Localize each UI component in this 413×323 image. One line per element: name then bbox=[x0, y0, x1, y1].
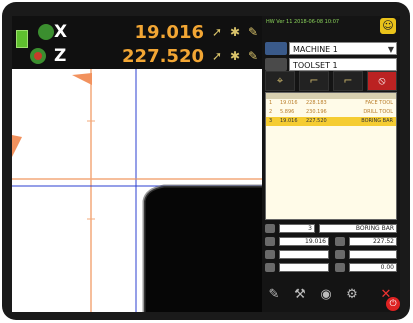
machine-icon bbox=[265, 42, 287, 55]
wear-z-field[interactable] bbox=[349, 250, 397, 259]
viewer-graphics bbox=[12, 69, 262, 312]
axis-readout: X 19.016 ➚ ✱ ✎ Z 227.520 ➚ ✱ ✎ bbox=[12, 16, 262, 69]
tool-number-field[interactable]: 3 bbox=[279, 224, 315, 233]
tool-add-button[interactable]: ⌖ bbox=[265, 71, 295, 91]
tool-name-field[interactable]: BORING BAR bbox=[319, 224, 397, 233]
table-row[interactable]: 2 5.896 230.196 DRILL TOOL bbox=[266, 108, 396, 117]
lens-icon[interactable]: ◉ bbox=[317, 286, 335, 304]
tool-edit-form: 3 BORING BAR 19.016 227.52 0.00 bbox=[265, 224, 397, 284]
tool-delete-button[interactable]: ⦸ bbox=[367, 71, 397, 91]
control-panel: HW Ver 11 2018-06-08 10:07 ☺ MACHINE 1 ▼… bbox=[262, 16, 400, 312]
z-axis-label: Z bbox=[54, 46, 67, 66]
toolset-icon bbox=[265, 58, 287, 71]
table-row[interactable]: 1 19.016 228.183 FACE TOOL bbox=[266, 99, 396, 108]
z-set-icon[interactable]: ➚ bbox=[208, 48, 226, 64]
tool-measure-button[interactable]: ⌐ bbox=[299, 71, 329, 91]
power-icon[interactable]: ⏻ bbox=[386, 297, 400, 311]
x-offset-icon bbox=[265, 237, 275, 246]
radius-field[interactable] bbox=[279, 263, 329, 272]
tablet-device: X 19.016 ➚ ✱ ✎ Z 227.520 ➚ ✱ ✎ HW Ver 11… bbox=[2, 2, 410, 320]
top-marker-icon bbox=[72, 73, 92, 85]
screen: X 19.016 ➚ ✱ ✎ Z 227.520 ➚ ✱ ✎ HW Ver 11… bbox=[12, 16, 400, 312]
x-axis-probe-icon[interactable] bbox=[38, 24, 54, 40]
wear-x-field[interactable] bbox=[279, 250, 329, 259]
z-edit-icon[interactable]: ✎ bbox=[244, 48, 262, 64]
tool-number-icon bbox=[265, 224, 275, 233]
wear-x-icon bbox=[265, 250, 275, 259]
tool-holder-icon[interactable]: ✎ bbox=[265, 286, 283, 304]
left-marker-icon bbox=[12, 135, 22, 157]
z-axis-probe-icon[interactable] bbox=[30, 48, 46, 64]
x-set-icon[interactable]: ➚ bbox=[208, 24, 226, 40]
camera-viewer[interactable] bbox=[12, 69, 262, 312]
machine-row: MACHINE 1 ▼ bbox=[265, 42, 397, 55]
table-row-selected[interactable]: 3 19.016 227.520 BORING BAR bbox=[266, 117, 396, 126]
bottom-toolbar: ✎ ⚒ ◉ ⚙ ✕ bbox=[265, 284, 397, 308]
wear-z-icon bbox=[335, 250, 345, 259]
tool-silhouette bbox=[144, 186, 262, 312]
tool-toolbar: ⌖ ⌐ ⌐ ⦸ bbox=[265, 71, 397, 91]
x-edit-icon[interactable]: ✎ bbox=[244, 24, 262, 40]
toolset-select[interactable]: TOOLSET 1 bbox=[289, 58, 397, 71]
z-axis-row: Z 227.520 ➚ ✱ ✎ bbox=[12, 44, 262, 68]
angle-icon bbox=[335, 263, 345, 272]
z-offset-icon bbox=[335, 237, 345, 246]
x-axis-value: 19.016 bbox=[134, 22, 204, 43]
toolset-select-value: TOOLSET 1 bbox=[293, 61, 338, 70]
chevron-down-icon: ▼ bbox=[387, 45, 394, 54]
x-zero-icon[interactable]: ✱ bbox=[226, 24, 244, 40]
radius-icon bbox=[265, 263, 275, 272]
x-axis-label: X bbox=[54, 22, 68, 42]
angle-field[interactable]: 0.00 bbox=[349, 263, 397, 272]
z-offset-field[interactable]: 227.52 bbox=[349, 237, 397, 246]
tool-table: 1 19.016 228.183 FACE TOOL 2 5.896 230.1… bbox=[265, 92, 397, 220]
toolset-row: TOOLSET 1 bbox=[265, 58, 397, 71]
z-zero-icon[interactable]: ✱ bbox=[226, 48, 244, 64]
status-smiley-icon[interactable]: ☺ bbox=[380, 18, 396, 34]
machine-select-value: MACHINE 1 bbox=[293, 45, 338, 54]
settings-icon[interactable]: ⚙ bbox=[343, 286, 361, 304]
x-offset-field[interactable]: 19.016 bbox=[279, 237, 329, 246]
version-text: HW Ver 11 2018-06-08 10:07 bbox=[266, 19, 340, 25]
x-axis-row: X 19.016 ➚ ✱ ✎ bbox=[12, 20, 262, 44]
tool-insert-icon[interactable]: ⚒ bbox=[291, 286, 309, 304]
machine-select[interactable]: MACHINE 1 ▼ bbox=[289, 42, 397, 55]
tool-copy-button[interactable]: ⌐ bbox=[333, 71, 363, 91]
z-axis-value: 227.520 bbox=[122, 46, 204, 67]
